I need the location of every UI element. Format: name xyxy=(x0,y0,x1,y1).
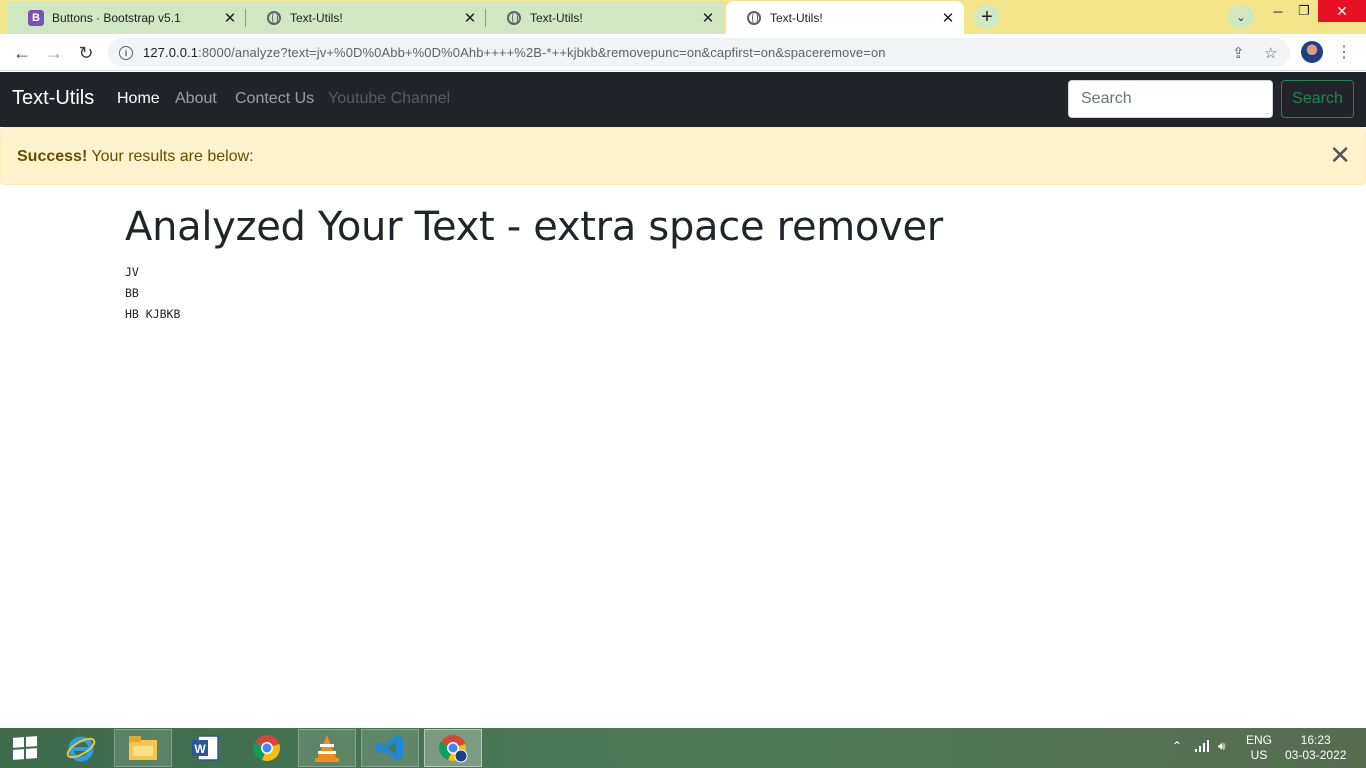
globe-icon xyxy=(746,10,762,26)
tab-title: Text-Utils! xyxy=(770,10,823,25)
globe-icon xyxy=(506,10,522,26)
close-tab-icon[interactable]: ✕ xyxy=(222,10,238,27)
site-navbar: Text-Utils Home About Contect Us Youtube… xyxy=(0,72,1366,127)
new-tab-icon[interactable]: + xyxy=(974,5,1000,29)
result-line: JV xyxy=(125,265,139,279)
browser-tab[interactable]: B Buttons · Bootstrap v5.1 ✕ xyxy=(8,1,246,34)
bookmark-star-icon[interactable]: ☆ xyxy=(1264,44,1277,62)
network-signal-icon[interactable] xyxy=(1195,739,1211,756)
address-bar[interactable]: i 127.0.0.1:8000/analyze?text=jv+%0D%0Ab… xyxy=(108,38,1290,67)
svg-text:W: W xyxy=(194,742,206,756)
volume-icon[interactable]: 🔊︎ xyxy=(1218,739,1226,754)
nav-link-contact[interactable]: Contect Us xyxy=(235,90,314,108)
clock[interactable]: 16:23 03-03-2022 xyxy=(1285,733,1346,763)
browser-toolbar: ← → ↻ i 127.0.0.1:8000/analyze?text=jv+%… xyxy=(0,34,1366,71)
back-icon[interactable]: ← xyxy=(9,40,35,66)
microsoft-word-icon[interactable]: W xyxy=(176,729,234,767)
browser-tab[interactable]: Text-Utils! ✕ xyxy=(246,1,486,34)
analyzed-text: JV BB HB KJBKB xyxy=(125,262,943,325)
close-icon[interactable]: ✕ xyxy=(1329,142,1351,168)
url-host: 127.0.0.1 xyxy=(143,45,199,60)
internet-explorer-icon[interactable] xyxy=(52,729,110,767)
clock-date: 03-03-2022 xyxy=(1285,748,1347,762)
windows-start-icon[interactable] xyxy=(0,729,50,767)
close-tab-icon[interactable]: ✕ xyxy=(462,10,478,27)
google-chrome-icon[interactable] xyxy=(238,729,296,767)
vlc-player-icon[interactable] xyxy=(298,729,356,767)
site-info-icon[interactable]: i xyxy=(119,45,133,60)
url-path: :8000/analyze?text=jv+%0D%0Abb+%0D%0Ahb+… xyxy=(198,45,886,60)
file-explorer-icon[interactable] xyxy=(114,729,172,767)
language-indicator[interactable]: ENG US xyxy=(1246,733,1272,763)
tab-title: Text-Utils! xyxy=(530,10,583,25)
window-close-icon[interactable]: ✕ xyxy=(1318,0,1366,22)
tab-title: Buttons · Bootstrap v5.1 xyxy=(52,10,181,25)
forward-icon[interactable]: → xyxy=(41,40,67,66)
result-line: BB xyxy=(125,286,139,300)
search-button[interactable]: Search xyxy=(1281,80,1354,118)
share-icon[interactable]: ⇪ xyxy=(1232,44,1245,62)
globe-icon xyxy=(266,10,282,26)
browser-tab-active[interactable]: Text-Utils! ✕ xyxy=(726,1,964,34)
menu-kebab-icon[interactable]: ⋮ xyxy=(1336,42,1352,62)
result-line: HB KJBKB xyxy=(125,307,181,321)
region-label: US xyxy=(1250,748,1268,762)
bootstrap-icon: B xyxy=(28,9,44,26)
nav-link-home[interactable]: Home xyxy=(117,90,160,108)
page-title: Analyzed Your Text - extra space remover xyxy=(125,204,943,250)
chevron-down-icon[interactable]: ⌄ xyxy=(1228,5,1254,29)
main-content: Analyzed Your Text - extra space remover… xyxy=(125,204,943,325)
close-tab-icon[interactable]: ✕ xyxy=(940,10,956,27)
profile-avatar[interactable] xyxy=(1301,41,1323,63)
navbar-brand[interactable]: Text-Utils xyxy=(12,87,94,110)
close-tab-icon[interactable]: ✕ xyxy=(700,10,716,27)
nav-link-about[interactable]: About xyxy=(175,90,217,108)
success-alert: Success! Your results are below: ✕ xyxy=(0,127,1366,185)
windows-taskbar: W ⌃ 🔊︎ ENG US 16:23 03-03-2022 xyxy=(0,728,1366,768)
language-label: ENG xyxy=(1246,733,1273,747)
chevron-up-icon[interactable]: ⌃ xyxy=(1172,739,1182,754)
url-text[interactable]: 127.0.0.1:8000/analyze?text=jv+%0D%0Abb+… xyxy=(143,45,886,60)
vs-code-icon[interactable] xyxy=(361,729,419,767)
chrome-profile-icon[interactable] xyxy=(424,729,482,767)
browser-tab[interactable]: Text-Utils! ✕ xyxy=(486,1,724,34)
browser-tabstrip: B Buttons · Bootstrap v5.1 ✕ Text-Utils!… xyxy=(0,0,1366,34)
clock-time: 16:23 xyxy=(1300,733,1331,747)
reload-icon[interactable]: ↻ xyxy=(73,40,99,66)
nav-link-youtube: Youtube Channel xyxy=(328,90,451,107)
alert-message: Your results are below: xyxy=(87,148,254,165)
tab-title: Text-Utils! xyxy=(290,10,343,25)
alert-strong: Success! xyxy=(17,148,88,165)
search-input[interactable] xyxy=(1068,80,1273,118)
